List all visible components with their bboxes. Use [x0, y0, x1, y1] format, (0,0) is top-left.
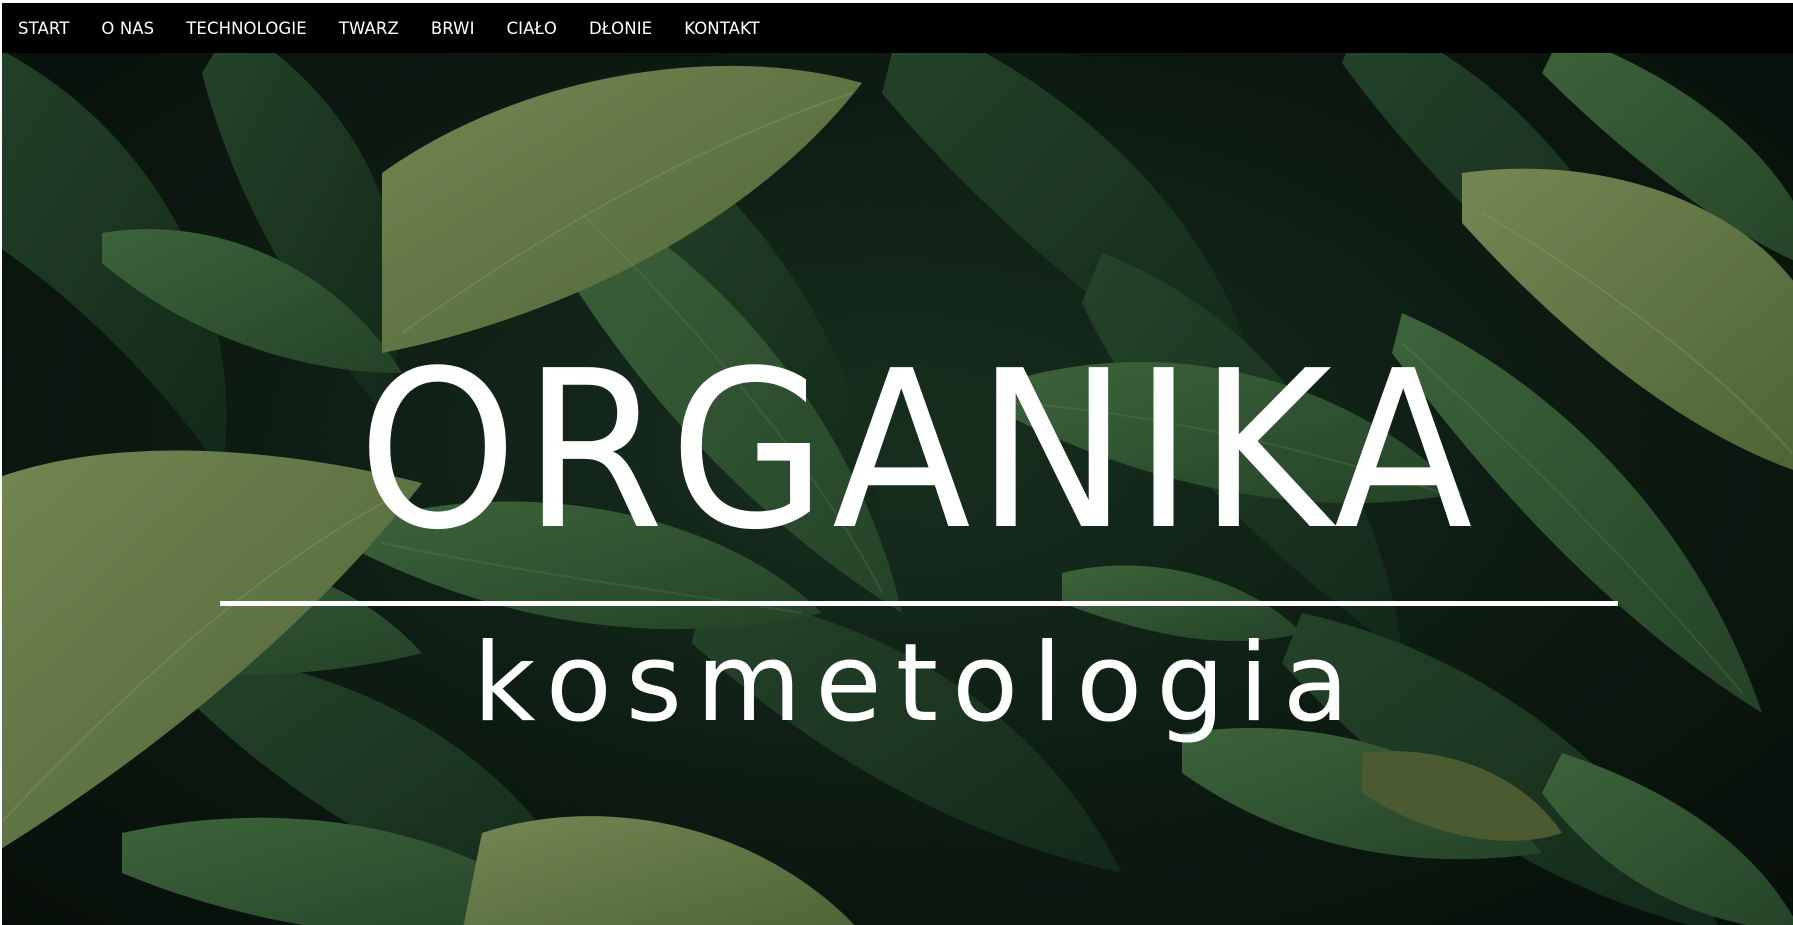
- top-navigation: START O NAS TECHNOLOGIE TWARZ BRWI CIAŁO…: [2, 3, 1793, 53]
- nav-item-brwi[interactable]: BRWI: [431, 19, 475, 38]
- nav-item-cialo[interactable]: CIAŁO: [507, 19, 557, 38]
- page-frame: START O NAS TECHNOLOGIE TWARZ BRWI CIAŁO…: [2, 3, 1793, 925]
- hero-banner: ORGANIKA kosmetologia: [2, 53, 1793, 925]
- brand-title: ORGANIKA: [357, 325, 1479, 578]
- brand-logo: ORGANIKA kosmetologia: [2, 53, 1793, 925]
- nav-item-start[interactable]: START: [18, 19, 69, 38]
- nav-item-dlonie[interactable]: DŁONIE: [589, 19, 652, 38]
- logo-divider-line: [220, 601, 1618, 606]
- nav-item-technologie[interactable]: TECHNOLOGIE: [186, 19, 307, 38]
- brand-subtitle: kosmetologia: [473, 621, 1363, 746]
- nav-item-o-nas[interactable]: O NAS: [101, 19, 154, 38]
- nav-item-kontakt[interactable]: KONTAKT: [684, 19, 760, 38]
- nav-item-twarz[interactable]: TWARZ: [339, 19, 399, 38]
